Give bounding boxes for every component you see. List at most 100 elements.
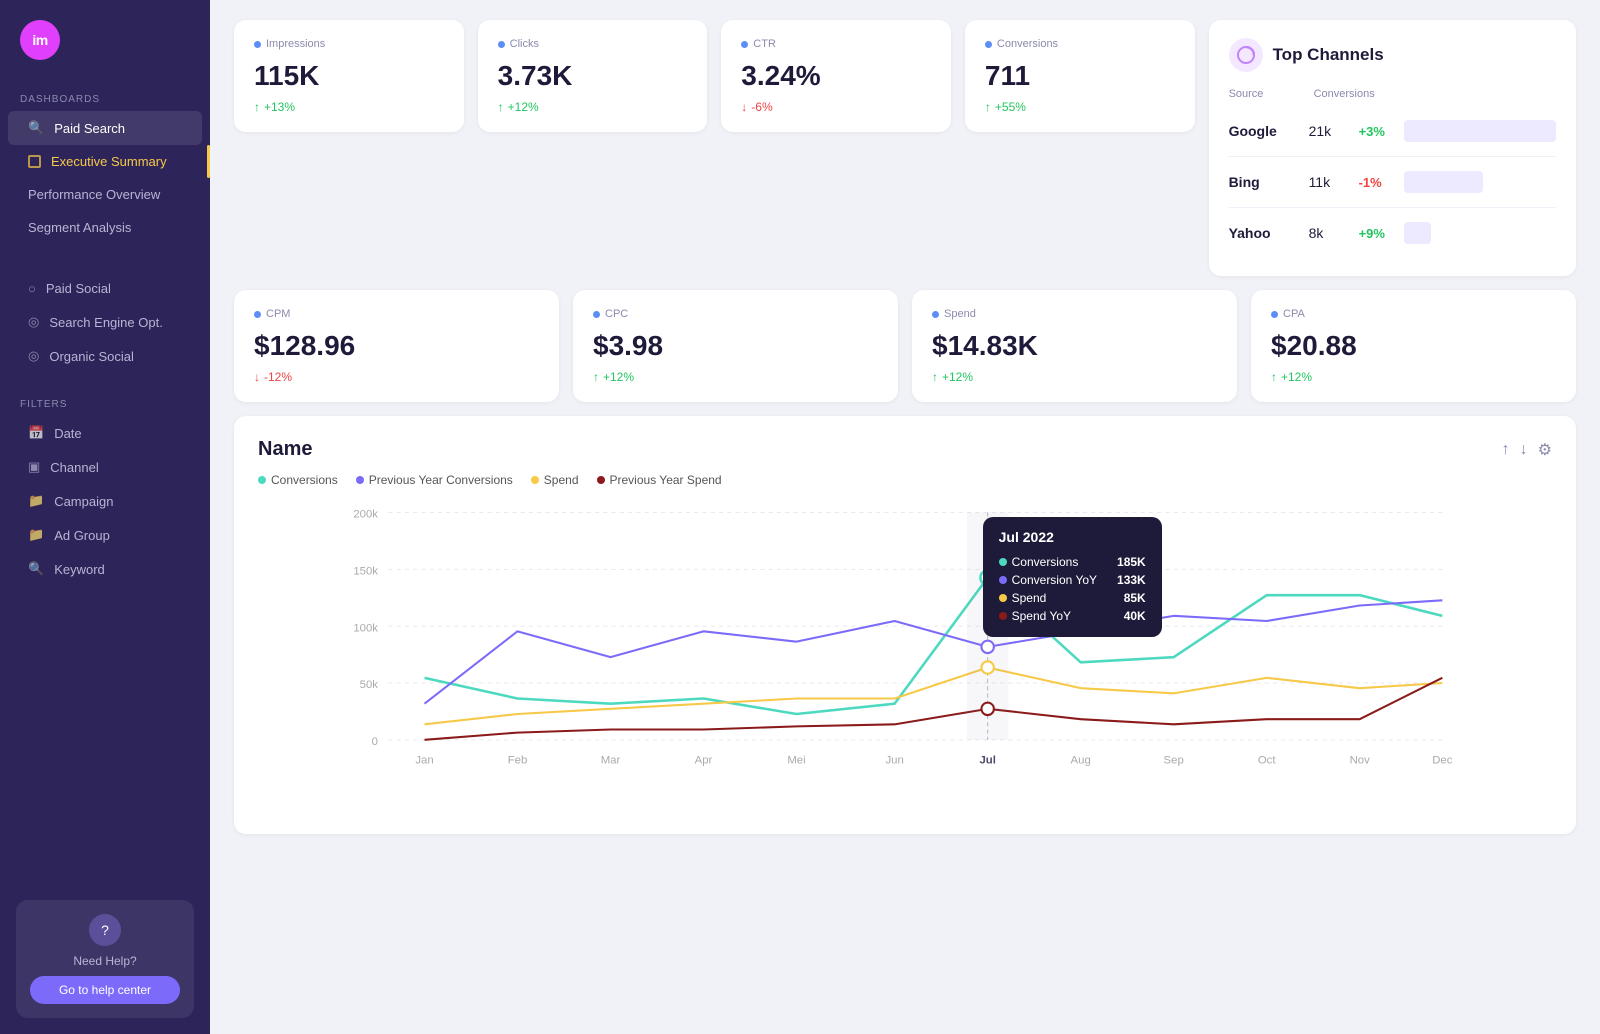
svg-text:Mei: Mei	[787, 755, 805, 767]
channel-row-yahoo: Yahoo 8k +9%	[1229, 208, 1556, 258]
up-arrow-icon: ↑	[985, 100, 991, 114]
yahoo-bar	[1404, 222, 1431, 244]
chart-header: Name ↑ ↓ ⚙	[258, 438, 1552, 461]
sidebar-item-segment-analysis[interactable]: Segment Analysis	[8, 211, 202, 244]
tooltip-dot-spend	[999, 594, 1007, 602]
up-arrow-icon: ↑	[593, 370, 599, 384]
tooltip-row-spend-yoy: Spend YoY 40K	[999, 607, 1146, 625]
sidebar-item-label: Performance Overview	[28, 187, 160, 202]
tooltip-row-conversions: Conversions 185K	[999, 553, 1146, 571]
google-bar	[1404, 120, 1556, 142]
keyword-icon: 🔍	[28, 561, 44, 577]
sidebar-filter-keyword[interactable]: 🔍 Keyword	[8, 552, 202, 586]
sidebar: im DASHBOARDS 🔍 Paid Search Executive Su…	[0, 0, 210, 1034]
clicks-dot	[498, 41, 505, 48]
metric-value-impressions: 115K	[254, 60, 444, 92]
tooltip-dot-conversions	[999, 558, 1007, 566]
col-conversions-header: Conversions	[1314, 88, 1369, 100]
channel-row-google: Google 21k +3%	[1229, 106, 1556, 157]
filter-label: Date	[54, 426, 81, 441]
metric-value-clicks: 3.73K	[498, 60, 688, 92]
metric-card-ctr: CTR 3.24% ↓ -6%	[721, 20, 951, 132]
down-arrow-icon: ↓	[254, 370, 260, 384]
svg-text:Mar: Mar	[601, 755, 621, 767]
metric-value-cpm: $128.96	[254, 330, 539, 362]
sidebar-filter-channel[interactable]: ▣ Channel	[8, 450, 202, 484]
sidebar-filter-campaign[interactable]: 📁 Campaign	[8, 484, 202, 518]
sidebar-item-organic-social[interactable]: ◎ Organic Social	[8, 339, 202, 373]
svg-text:100k: 100k	[353, 622, 378, 634]
dashboards-section-label: DASHBOARDS	[0, 84, 210, 111]
legend-prev-spend: Previous Year Spend	[597, 473, 722, 487]
svg-text:Sep: Sep	[1164, 755, 1184, 767]
chart-card: Name ↑ ↓ ⚙ Conversions Previous Year Con…	[234, 416, 1576, 834]
sidebar-item-paid-social[interactable]: ○ Paid Social	[8, 272, 202, 305]
sidebar-item-label: Paid Social	[46, 281, 111, 296]
metric-label-conversions: Conversions	[985, 38, 1175, 50]
metric-value-cpc: $3.98	[593, 330, 878, 362]
chart-settings-btn[interactable]: ⚙	[1538, 440, 1552, 460]
app-logo: im	[20, 20, 60, 60]
tooltip-dot-spend-yoy	[999, 612, 1007, 620]
chart-legend: Conversions Previous Year Conversions Sp…	[258, 473, 1552, 487]
sidebar-item-performance-overview[interactable]: Performance Overview	[8, 178, 202, 211]
main-content: Impressions 115K ↑ +13% Clicks 3.73K ↑ +…	[210, 0, 1600, 1034]
metric-change-conversions: ↑ +55%	[985, 100, 1175, 114]
executive-icon	[28, 155, 41, 168]
svg-text:Jun: Jun	[886, 755, 904, 767]
legend-spend: Spend	[531, 473, 579, 487]
sidebar-item-label: Segment Analysis	[28, 220, 131, 235]
filter-label: Channel	[50, 460, 98, 475]
metric-value-ctr: 3.24%	[741, 60, 931, 92]
need-help-text: Need Help?	[73, 954, 136, 968]
metric-card-impressions: Impressions 115K ↑ +13%	[234, 20, 464, 132]
filter-label: Ad Group	[54, 528, 110, 543]
impressions-dot	[254, 41, 261, 48]
sidebar-item-seo[interactable]: ◎ Search Engine Opt.	[8, 305, 202, 339]
campaign-icon: 📁	[28, 493, 44, 509]
metric-change-impressions: ↑ +13%	[254, 100, 444, 114]
tooltip-row-spend: Spend 85K	[999, 589, 1146, 607]
spend-dot	[932, 311, 939, 318]
up-arrow-icon: ↑	[498, 100, 504, 114]
tooltip-content: Jul 2022 Conversions 185K Conversion YoY	[983, 517, 1162, 637]
svg-text:Apr: Apr	[695, 755, 713, 767]
metric-label-impressions: Impressions	[254, 38, 444, 50]
metric-change-clicks: ↑ +12%	[498, 100, 688, 114]
cpa-dot	[1271, 311, 1278, 318]
sidebar-item-label: Search Engine Opt.	[49, 315, 162, 330]
paid-search-icon: 🔍	[28, 120, 44, 136]
filters-section-label: FILTERS	[0, 389, 210, 416]
metric-card-conversions: Conversions 711 ↑ +55%	[965, 20, 1195, 132]
sidebar-item-paid-search[interactable]: 🔍 Paid Search	[8, 111, 202, 145]
filters-divider: FILTERS 📅 Date ▣ Channel 📁 Campaign 📁 Ad…	[0, 389, 210, 586]
svg-text:Aug: Aug	[1071, 755, 1091, 767]
up-arrow-icon: ↑	[254, 100, 260, 114]
help-center-button[interactable]: Go to help center	[30, 976, 180, 1004]
metric-label-clicks: Clicks	[498, 38, 688, 50]
channels-icon	[1229, 38, 1263, 72]
svg-text:150k: 150k	[353, 566, 378, 578]
chart-download-btn[interactable]: ↓	[1520, 441, 1528, 459]
sidebar-item-label: Organic Social	[49, 349, 134, 364]
chart-upload-btn[interactable]: ↑	[1502, 441, 1510, 459]
col-source-header: Source	[1229, 88, 1314, 100]
metric-value-spend: $14.83K	[932, 330, 1217, 362]
active-indicator	[207, 145, 210, 178]
bing-bar	[1404, 171, 1483, 193]
sidebar-item-executive-summary[interactable]: Executive Summary	[8, 145, 202, 178]
tooltip-row-conv-yoy: Conversion YoY 133K	[999, 571, 1146, 589]
sidebar-item-label: Paid Search	[54, 121, 125, 136]
filter-label: Keyword	[54, 562, 105, 577]
jul-prev-conv-dot	[981, 641, 993, 653]
sidebar-filter-adgroup[interactable]: 📁 Ad Group	[8, 518, 202, 552]
chart-controls: ↑ ↓ ⚙	[1502, 440, 1552, 460]
paid-social-icon: ○	[28, 281, 36, 296]
svg-text:Dec: Dec	[1432, 755, 1453, 767]
svg-text:Jul: Jul	[979, 755, 995, 767]
metric-change-cpm: ↓ -12%	[254, 370, 539, 384]
sidebar-filter-date[interactable]: 📅 Date	[8, 416, 202, 450]
line-chart: .grid-line{stroke:#e8e8f0;stroke-width:1…	[258, 497, 1552, 807]
chart-tooltip: Jul 2022 Conversions 185K Conversion YoY	[983, 517, 1162, 637]
cpm-dot	[254, 311, 261, 318]
